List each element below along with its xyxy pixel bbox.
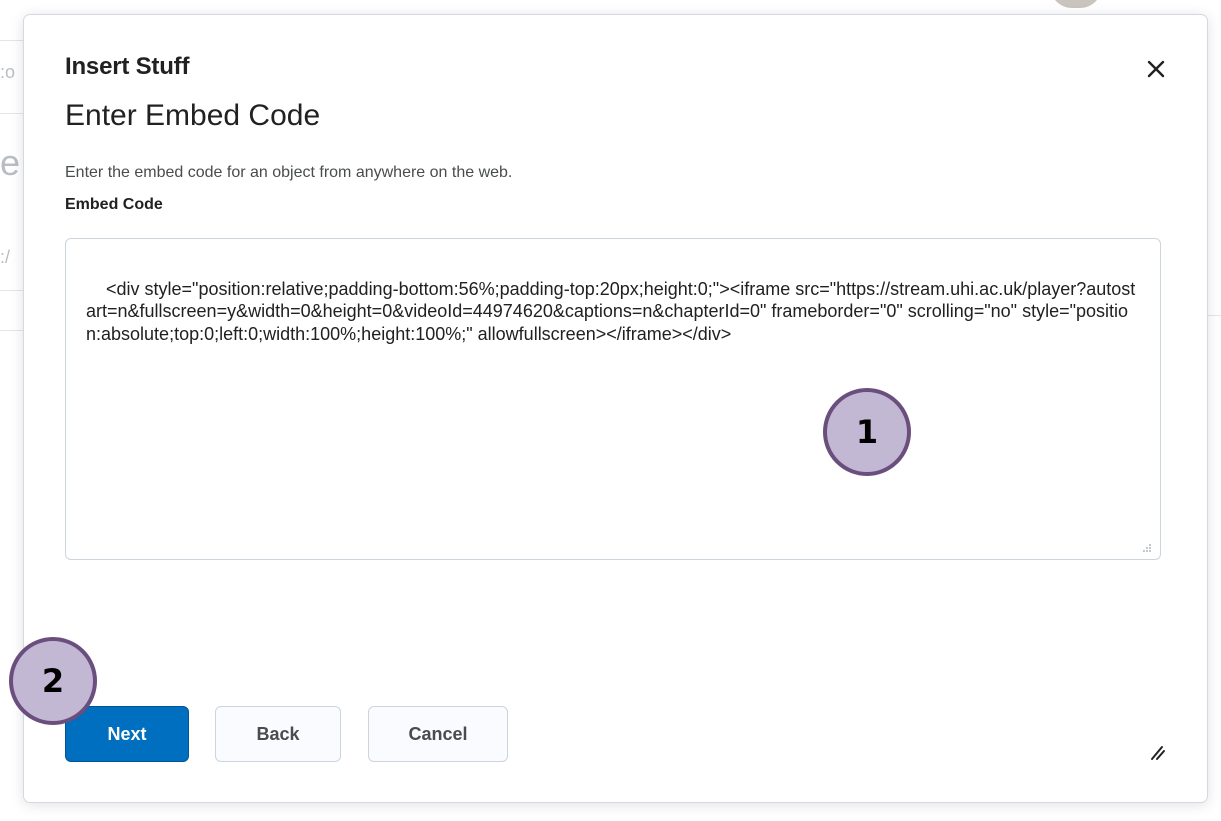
dialog-resize-icon[interactable] bbox=[1148, 743, 1166, 761]
back-button[interactable]: Back bbox=[215, 706, 341, 762]
divider bbox=[0, 40, 23, 41]
background-text: :/ bbox=[0, 247, 11, 267]
embed-code-value: <div style="position:relative;padding-bo… bbox=[86, 278, 1136, 344]
avatar bbox=[1050, 0, 1102, 8]
page-title: Enter Embed Code bbox=[65, 99, 321, 132]
dialog-title: Insert Stuff bbox=[65, 53, 190, 80]
insert-stuff-dialog: Insert Stuff Enter Embed Code Enter the … bbox=[23, 14, 1208, 803]
divider bbox=[0, 330, 23, 331]
divider bbox=[0, 113, 23, 114]
background-text: :o bbox=[0, 62, 16, 82]
close-icon bbox=[1147, 60, 1165, 78]
embed-code-label: Embed Code bbox=[65, 196, 163, 213]
next-button[interactable]: Next bbox=[65, 706, 189, 762]
cancel-button[interactable]: Cancel bbox=[368, 706, 508, 762]
divider bbox=[0, 290, 23, 291]
callout-badge-1: 1 bbox=[823, 388, 911, 476]
divider bbox=[1207, 315, 1221, 316]
callout-badge-2: 2 bbox=[9, 637, 97, 725]
resize-grip-icon[interactable] bbox=[1142, 543, 1152, 553]
description-text: Enter the embed code for an object from … bbox=[65, 164, 513, 181]
embed-code-textarea[interactable]: <div style="position:relative;padding-bo… bbox=[65, 238, 1161, 560]
background-text: e bbox=[0, 142, 21, 183]
close-button[interactable] bbox=[1142, 55, 1170, 83]
